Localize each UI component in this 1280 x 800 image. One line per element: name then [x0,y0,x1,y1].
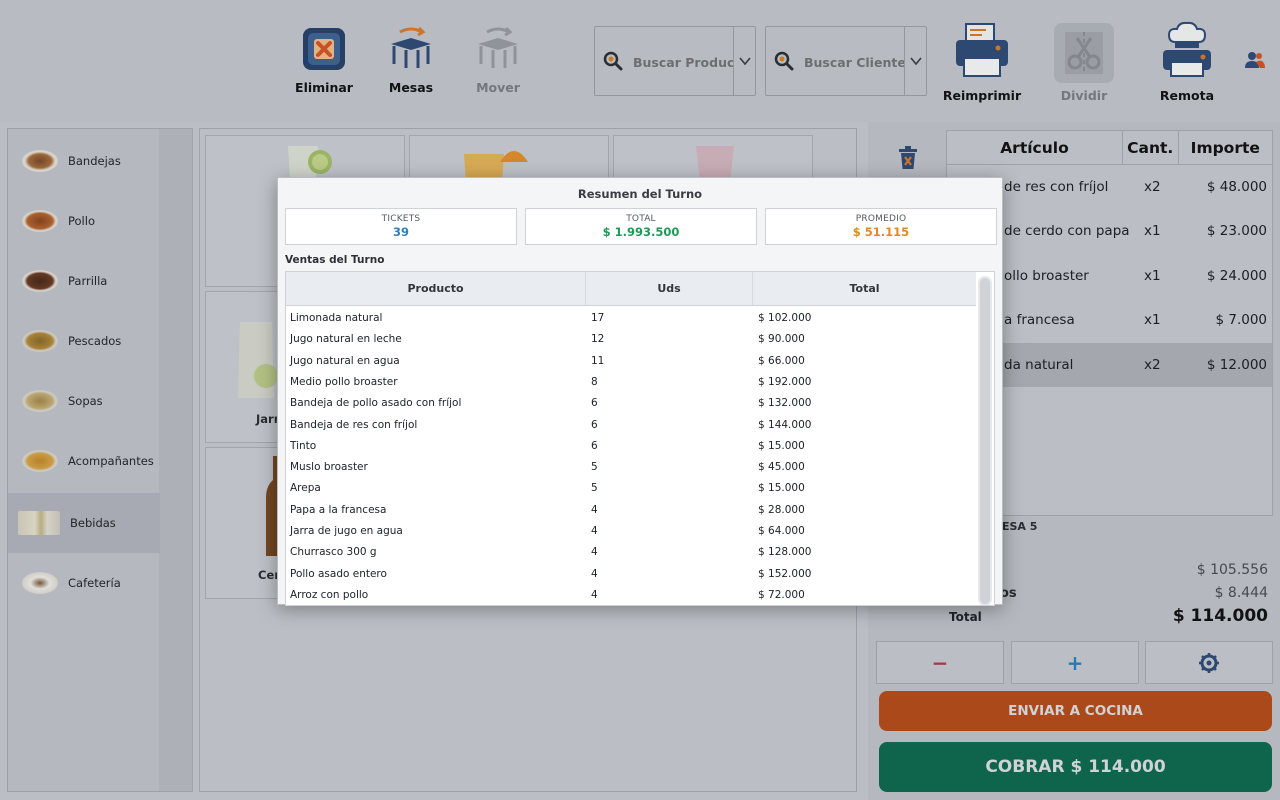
sales-row[interactable]: Papa a la francesa 4 $ 28.000 [286,500,976,521]
sales-cell-uds: 4 [591,525,598,537]
sales-cell-uds: 5 [591,461,598,474]
sales-scrollbar[interactable] [978,276,992,605]
sales-table: Producto Uds Total Limonada natural 17 $ 1… [285,271,995,606]
sales-cell-total: $ 28.000 [758,503,805,516]
sales-cell-total: $ 45.000 [758,461,805,474]
sales-cell-producto: Bandeja de pollo asado con fríjol [290,397,462,410]
sales-section-title: Ventas del Turno [285,254,385,266]
sales-row[interactable]: Churrasco 300 g 4 $ 128.000 [286,542,976,563]
sales-cell-producto: Pollo asado entero [290,567,387,580]
sales-cell-producto: Jugo natural en leche [290,333,402,346]
sales-cell-total: $ 152.000 [758,567,812,580]
sales-cell-producto: Arepa [290,482,321,495]
kpi-tickets-label: TICKETS [381,214,421,224]
sales-cell-uds: 6 [591,397,598,410]
kpi-total: TOTAL $ 1.993.500 [525,208,757,245]
sales-cell-producto: Medio pollo broaster [290,375,398,388]
sales-row[interactable]: Bandeja de res con fríjol 6 $ 144.000 [286,415,976,436]
sales-cell-total: $ 64.000 [758,525,805,537]
sales-row[interactable]: Bandeja de pollo asado con fríjol 6 $ 132.… [286,393,976,414]
sales-row[interactable]: Muslo broaster 5 $ 45.000 [286,457,976,478]
sales-table-header: Producto Uds Total [286,272,976,306]
kpi-total-value: $ 1.993.500 [602,225,680,239]
col-producto[interactable]: Producto [286,272,586,305]
sales-row[interactable]: Tinto 6 $ 15.000 [286,436,976,457]
sales-cell-total: $ 15.000 [758,439,805,452]
sales-cell-producto: Jarra de jugo en agua [290,525,403,537]
sales-cell-uds: 8 [591,375,598,388]
sales-cell-producto: Tinto [290,439,317,452]
kpi-tickets: TICKETS 39 [285,208,517,245]
sales-cell-producto: Churrasco 300 g [290,546,377,559]
sales-cell-total: $ 90.000 [758,333,805,346]
sales-cell-producto: Jugo natural en agua [290,354,400,367]
col-uds[interactable]: Uds [586,272,753,305]
sales-cell-total: $ 15.000 [758,482,805,495]
sales-row[interactable]: Limonada natural 17 $ 102.000 [286,308,976,329]
sales-cell-producto: Limonada natural [290,312,383,324]
sales-cell-total: $ 66.000 [758,354,805,367]
scrollbar-thumb[interactable] [980,278,990,604]
sales-row[interactable]: Jugo natural en agua 11 $ 66.000 [286,351,976,372]
sales-cell-uds: 11 [591,354,605,367]
sales-cell-total: $ 132.000 [758,397,812,410]
sales-cell-uds: 4 [591,567,598,580]
col-total[interactable]: Total [753,272,976,305]
sales-cell-uds: 5 [591,482,598,495]
sales-row[interactable]: Arroz con pollo 4 $ 72.000 [286,585,976,605]
sales-cell-uds: 6 [591,439,598,452]
sales-cell-producto: Muslo broaster [290,461,368,474]
sales-cell-total: $ 144.000 [758,418,812,431]
kpi-total-label: TOTAL [626,214,656,224]
kpi-promedio-value: $ 51.115 [852,225,910,239]
sales-cell-uds: 12 [591,333,605,346]
sales-cell-total: $ 72.000 [758,588,805,601]
sales-row[interactable]: Jugo natural en leche 12 $ 90.000 [286,329,976,350]
sales-cell-uds: 4 [591,503,598,516]
sales-row[interactable]: Jarra de jugo en agua 4 $ 64.000 [286,521,976,542]
sales-cell-producto: Bandeja de res con fríjol [290,418,418,431]
sales-row[interactable]: Medio pollo broaster 8 $ 192.000 [286,372,976,393]
sales-row[interactable]: Arepa 5 $ 15.000 [286,478,976,499]
sales-cell-total: $ 102.000 [758,312,812,324]
sales-row[interactable]: Pollo asado entero 4 $ 152.000 [286,564,976,585]
sales-cell-total: $ 128.000 [758,546,812,559]
sales-cell-producto: Arroz con pollo [290,588,369,601]
sales-cell-total: $ 192.000 [758,375,812,388]
sales-cell-uds: 17 [591,312,605,324]
kpi-tickets-value: 39 [392,225,409,239]
shift-summary-modal: Resumen del Turno TICKETS 39 TOTAL $ 1.9… [277,177,1003,606]
kpi-promedio: PROMEDIO $ 51.115 [765,208,997,245]
kpi-promedio-label: PROMEDIO [855,214,907,224]
sales-cell-producto: Papa a la francesa [290,503,387,516]
sales-cell-uds: 6 [591,418,598,431]
sales-cell-uds: 4 [591,546,598,559]
sales-cell-uds: 4 [591,588,598,601]
modal-title: Resumen del Turno [577,187,703,201]
